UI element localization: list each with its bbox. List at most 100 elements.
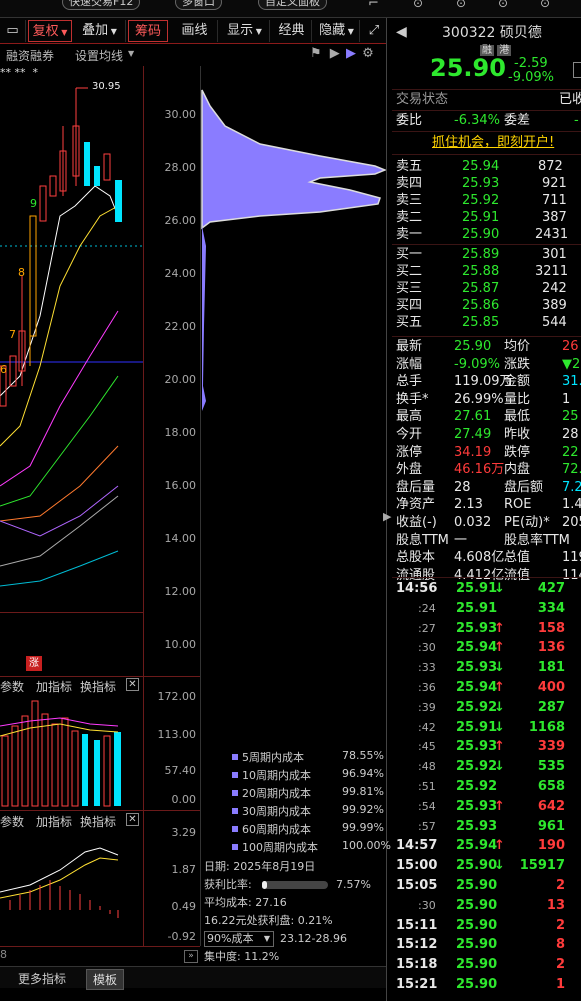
promo-banner[interactable]: 抓住机会，即刻开户! (392, 134, 581, 152)
legend-value: 100.00% (342, 839, 391, 852)
fullscreen-icon[interactable]: ⤢ (362, 20, 386, 42)
chevron-down-icon[interactable]: ▼ (128, 49, 134, 58)
custom-panel-button[interactable]: 自定义面板 (258, 0, 327, 10)
ask-price: 25.93 (462, 176, 500, 191)
axis-label: 172.00 (157, 690, 197, 703)
gear-icon[interactable]: ⚙ (362, 46, 374, 61)
chevron-down-icon: ▼ (263, 934, 270, 943)
switch-indicator-link[interactable]: 换指标 (80, 678, 116, 695)
stat-row: 股息TTM 一 股息率TTM (392, 532, 581, 550)
toolbar-classic-button[interactable]: 经典 (272, 20, 312, 42)
stat-value: 25 (562, 409, 579, 425)
stat-label: 量比 (504, 391, 531, 407)
axis-label: 113.00 (157, 728, 197, 741)
tick-volume: 642 (537, 798, 565, 814)
toggle-icon-3[interactable]: ⊙ (498, 0, 508, 10)
toolbar-display-button[interactable]: 显示 ▼ (220, 20, 270, 42)
toolbar-overlay-button[interactable]: 叠加 ▼ (74, 20, 126, 42)
legend-swatch-icon (232, 808, 238, 814)
flag-icon[interactable]: ⚑ (310, 46, 322, 61)
cost-legend-item: 60周期内成本 99.99% (232, 821, 384, 837)
legend-swatch-icon (232, 844, 238, 850)
volume-chart (0, 700, 121, 807)
more-indicators-tab[interactable]: 更多指标 (18, 970, 66, 987)
params-link[interactable]: 参数 (0, 813, 24, 830)
candle (103, 153, 111, 181)
stat-label: 均价 (504, 339, 531, 354)
tick-time: :30 (418, 898, 436, 912)
toolbar-tools-icon[interactable]: ▭ (0, 20, 26, 42)
cost-select[interactable]: 90%成本 ▼ (204, 931, 274, 947)
axis-label: 0.49 (171, 900, 197, 913)
margin-trading-label[interactable]: 融资融券 (6, 47, 54, 64)
candle (49, 175, 57, 197)
page-number: 8 (0, 948, 7, 961)
prev-stock-icon[interactable]: ◀ (396, 24, 407, 40)
ask-row: 卖三 25.92 711 (392, 192, 581, 210)
tick-row: :30 25.94 ↑ 136 (392, 639, 581, 657)
promo-link[interactable]: 抓住机会，即刻开户! (432, 134, 554, 152)
play-icon[interactable]: ▶ (330, 46, 340, 61)
tick-volume: 961 (537, 818, 565, 834)
stat-value: 1 (562, 391, 571, 407)
stat-label: ROE (504, 497, 532, 513)
page-indicator: 8 (0, 948, 200, 966)
ma-settings-label[interactable]: 设置均线 (75, 47, 123, 64)
tick-volume: 334 (537, 600, 565, 616)
expand-icon[interactable] (573, 62, 581, 78)
seq-8: 8 (18, 266, 25, 279)
toolbar-draw-button[interactable]: 画线 (172, 20, 218, 42)
stat-label: 股息率TTM (504, 532, 570, 548)
vol-bar (82, 734, 88, 806)
ma-purple-line (0, 485, 119, 537)
toolbar-display-label: 显示 (227, 23, 254, 38)
toggle-icon[interactable]: ⊙ (413, 0, 423, 10)
template-tab[interactable]: 模板 (86, 969, 125, 990)
tick-volume: 535 (537, 759, 565, 775)
tick-time: 15:11 (396, 917, 438, 933)
close-icon[interactable]: ✕ (126, 813, 139, 826)
add-indicator-link[interactable]: 加指标 (36, 678, 72, 695)
vol-bar (103, 735, 111, 807)
tick-price: 25.94 (456, 640, 498, 656)
tick-time: 15:00 (396, 858, 438, 874)
multi-window-button[interactable]: 多窗口 (175, 0, 222, 10)
stat-row: 最高 27.61 最低 25 (392, 408, 581, 426)
legend-label: 100周期内成本 (242, 841, 318, 854)
toggle-icon-2[interactable]: ⊙ (456, 0, 466, 10)
stat-value: 72.93 (562, 462, 581, 478)
stat-label: 股息TTM (396, 532, 449, 548)
candle (39, 185, 47, 222)
tick-row: 15:21 25.90 1 (392, 976, 581, 994)
switch-indicator-link[interactable]: 换指标 (80, 813, 116, 830)
vol-indicator-bar: 参数 加指标 换指标 ✕ (0, 678, 143, 696)
tick-row: 15:18 25.90 2 (392, 956, 581, 974)
play-active-icon[interactable]: ▶ (346, 46, 356, 61)
toolbar-chip-button[interactable]: 筹码 (128, 20, 168, 42)
tick-time: :30 (418, 641, 436, 655)
menu-icon[interactable]: ⌐ (368, 0, 379, 11)
toolbar-adjust-button[interactable]: 复权 ▼ (28, 20, 72, 42)
bottom-tab-bar: 更多指标 模板 (0, 966, 386, 990)
tick-time: :51 (418, 780, 436, 793)
tick-volume: 181 (537, 660, 565, 676)
tick-time: :24 (418, 601, 436, 615)
legend-label: 20周期内成本 (242, 787, 311, 800)
ask-row: 卖一 25.90 2431 (392, 226, 581, 244)
quick-trade-button[interactable]: 快速交易F12 (62, 0, 141, 10)
scroll-right-icon[interactable]: » (184, 950, 198, 963)
tick-direction: ↑ (494, 620, 505, 636)
toolbar-overlay-label: 叠加 (82, 23, 109, 38)
add-indicator-link[interactable]: 加指标 (36, 813, 72, 830)
close-icon[interactable]: ✕ (126, 678, 139, 691)
toolbar-hide-button[interactable]: 隐藏 ▼ (314, 20, 360, 42)
toggle-icon-4[interactable]: ⊙ (540, 0, 550, 10)
axis-label: 26.00 (164, 214, 197, 227)
chip-date: 日期: 2025年8月19日 (204, 860, 316, 873)
tick-volume: 2 (555, 878, 565, 893)
axis-label: 22.00 (164, 320, 197, 333)
ask-label: 卖三 (396, 193, 423, 208)
profit-ratio-bar (262, 881, 328, 889)
params-link[interactable]: 参数 (0, 678, 24, 695)
tick-direction: ↓ (494, 759, 505, 775)
